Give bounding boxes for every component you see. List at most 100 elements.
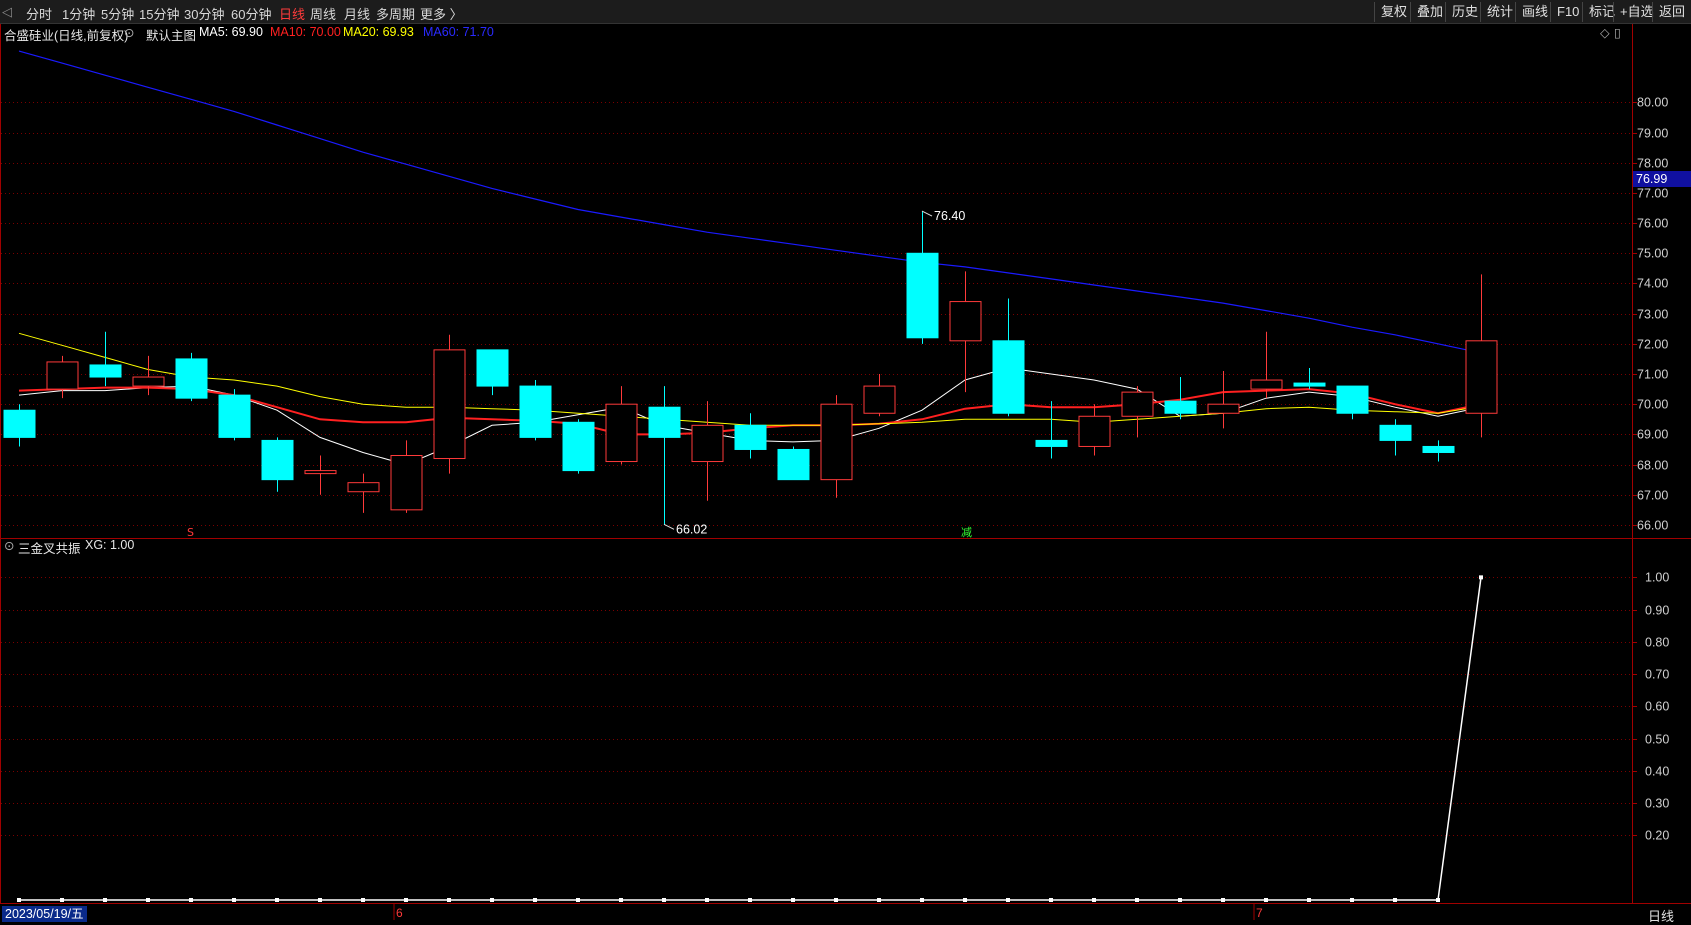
- menu-icon[interactable]: ◁: [2, 4, 12, 20]
- candle[interactable]: [777, 446, 810, 481]
- period-tab-9[interactable]: 多周期: [376, 4, 415, 23]
- candle[interactable]: [3, 404, 36, 447]
- dropdown-icon[interactable]: ⊙: [124, 25, 134, 40]
- candle[interactable]: [691, 401, 724, 501]
- candle[interactable]: [605, 386, 638, 465]
- xg-point: [447, 898, 451, 902]
- indicator-value: XG: 1.00: [85, 538, 135, 552]
- candle[interactable]: [175, 352, 208, 402]
- candle-body-up: [46, 361, 79, 390]
- price-tick-label: 69.00: [1637, 428, 1668, 442]
- xg-point: [619, 898, 623, 902]
- indicator-tick-label: 0.20: [1645, 829, 1669, 843]
- xg-point: [1350, 898, 1354, 902]
- action-button-3[interactable]: 统计: [1480, 2, 1519, 22]
- diamond-icon[interactable]: ◇: [1600, 25, 1610, 40]
- action-button-5[interactable]: F10: [1550, 2, 1585, 22]
- period-tab-1[interactable]: 1分钟: [62, 4, 95, 23]
- candle-body-up: [304, 470, 337, 475]
- ma20-value: MA20: 69.93: [343, 25, 414, 39]
- xg-line: [19, 577, 1482, 901]
- period-tab-2[interactable]: 5分钟: [101, 4, 134, 23]
- xg-point: [17, 898, 21, 902]
- period-tab-3[interactable]: 15分钟: [139, 4, 179, 23]
- candle-body-down: [648, 406, 681, 438]
- period-tab-7[interactable]: 周线: [310, 4, 336, 23]
- template-label[interactable]: 默认主图: [146, 25, 196, 44]
- candle-body-down: [1336, 385, 1369, 414]
- xg-point: [318, 898, 322, 902]
- candle-body-down: [1379, 424, 1412, 441]
- xg-point: [232, 898, 236, 902]
- candle-body-down: [519, 385, 552, 438]
- candle[interactable]: [1379, 419, 1412, 456]
- xg-point: [404, 898, 408, 902]
- candle[interactable]: [1293, 367, 1326, 390]
- xg-point: [146, 898, 150, 902]
- price-tick-label: 78.00: [1637, 157, 1668, 171]
- candle[interactable]: [562, 419, 595, 474]
- action-button-8[interactable]: 返回: [1652, 2, 1691, 22]
- month-labels: 67: [393, 904, 1263, 920]
- xg-point: [963, 898, 967, 902]
- candle[interactable]: [89, 331, 122, 387]
- period-tab-5[interactable]: 60分钟: [231, 4, 271, 23]
- candle-body-up: [863, 385, 896, 414]
- indicator-grid: [1, 577, 1632, 836]
- candle-body-down: [777, 448, 810, 481]
- candle[interactable]: [433, 334, 466, 474]
- period-label[interactable]: 日线: [1648, 906, 1674, 925]
- indicator-dropdown-icon[interactable]: ⊙: [4, 538, 14, 553]
- kline-chart[interactable]: 76.4066.02S 减 66.0067.0068.0069.0070.0071…: [0, 0, 1691, 922]
- candle[interactable]: [863, 374, 896, 417]
- candle[interactable]: [304, 455, 337, 495]
- candle[interactable]: [648, 386, 681, 525]
- price-tick-label: 74.00: [1637, 277, 1668, 291]
- period-tab-4[interactable]: 30分钟: [184, 4, 224, 23]
- price-tick-label: 75.00: [1637, 247, 1668, 261]
- candle-body-up: [390, 455, 423, 511]
- candle[interactable]: [949, 271, 982, 393]
- candles[interactable]: [3, 211, 1498, 525]
- candle[interactable]: [1422, 440, 1455, 462]
- xg-point: [490, 898, 494, 902]
- ma-line-ma60: [18, 50, 1482, 354]
- candle[interactable]: [347, 473, 380, 513]
- period-tab-8[interactable]: 月线: [344, 4, 370, 23]
- candle[interactable]: [820, 395, 853, 498]
- xg-point: [189, 898, 193, 902]
- action-button-1[interactable]: 叠加: [1410, 2, 1449, 22]
- candle[interactable]: [1207, 370, 1240, 429]
- action-button-0[interactable]: 复权: [1374, 2, 1413, 22]
- candle[interactable]: [476, 349, 509, 396]
- candle[interactable]: [1035, 401, 1068, 459]
- candle-body-down: [906, 252, 939, 339]
- period-tab-0[interactable]: 分时: [26, 4, 52, 23]
- candle-body-down: [734, 424, 767, 450]
- candle[interactable]: [1078, 404, 1111, 456]
- candle[interactable]: [992, 298, 1025, 417]
- xg-point: [791, 898, 795, 902]
- candle-body-down: [476, 349, 509, 387]
- candle[interactable]: [906, 211, 939, 344]
- period-tab-10[interactable]: 更多 〉: [420, 4, 463, 23]
- candle[interactable]: [1121, 386, 1154, 438]
- indicator-name[interactable]: 三金叉共振: [18, 538, 81, 557]
- xg-point: [533, 898, 537, 902]
- window-icon[interactable]: ▯: [1614, 25, 1621, 40]
- annotations: 76.40 66.02 S 减: [187, 209, 972, 539]
- candle[interactable]: [390, 440, 423, 513]
- action-button-4[interactable]: 画线: [1515, 2, 1554, 22]
- candle[interactable]: [1250, 331, 1283, 399]
- action-button-2[interactable]: 历史: [1445, 2, 1484, 22]
- candle[interactable]: [734, 413, 767, 459]
- candle[interactable]: [1336, 385, 1369, 420]
- candle[interactable]: [261, 437, 294, 492]
- signal-marker: 减: [961, 526, 972, 539]
- xg-point: [1221, 898, 1225, 902]
- period-tab-6[interactable]: 日线: [279, 4, 305, 23]
- candle[interactable]: [132, 355, 165, 396]
- candle[interactable]: [519, 380, 552, 441]
- candle[interactable]: [1465, 274, 1498, 438]
- candle[interactable]: [218, 389, 251, 441]
